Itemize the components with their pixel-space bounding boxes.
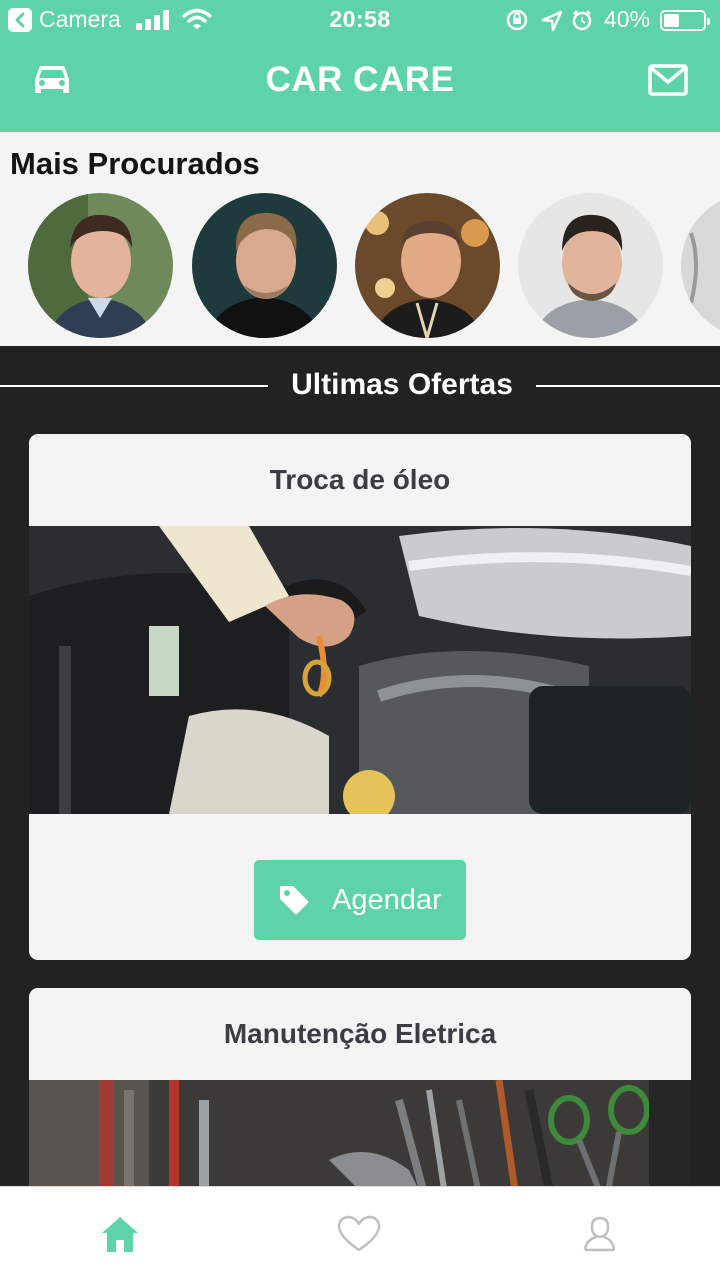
avatar-1[interactable] xyxy=(28,193,173,338)
offer-image-oil-change xyxy=(29,526,691,814)
location-icon xyxy=(541,10,563,32)
offer-title: Troca de óleo xyxy=(269,464,451,495)
tab-home[interactable] xyxy=(0,1187,240,1280)
divider-line-right xyxy=(536,385,720,387)
most-searched-section: Mais Procurados xyxy=(0,132,720,346)
top-bar: Camera 20:58 40% CAR CARE xyxy=(0,0,720,132)
alarm-icon xyxy=(572,10,592,31)
app-title: CAR CARE xyxy=(265,60,455,99)
schedule-button[interactable]: Agendar xyxy=(254,860,466,940)
avatar-3[interactable] xyxy=(355,193,500,338)
latest-offers-divider: Ultimas Ofertas xyxy=(0,360,720,412)
avatar-5[interactable] xyxy=(681,193,720,338)
battery-icon xyxy=(660,10,710,31)
tab-bar xyxy=(0,1186,720,1280)
status-bar: Camera 20:58 40% xyxy=(0,0,720,40)
status-icons xyxy=(506,9,592,32)
user-icon xyxy=(583,1216,616,1252)
offer-title: Manutenção Eletrica xyxy=(223,1018,497,1049)
avatar-4[interactable] xyxy=(518,193,663,338)
battery-percent: 40% xyxy=(604,6,651,32)
mail-icon[interactable] xyxy=(648,64,688,96)
avatar-2[interactable] xyxy=(192,193,337,338)
tab-profile[interactable] xyxy=(480,1187,720,1280)
rotation-lock-icon xyxy=(506,9,528,31)
heart-icon xyxy=(337,1215,381,1252)
schedule-button-label: Agendar xyxy=(332,884,442,916)
offer-card[interactable]: Troca de óleo Agendar xyxy=(29,434,691,960)
home-icon xyxy=(102,1217,138,1252)
tab-favorites[interactable] xyxy=(240,1187,480,1280)
tag-icon xyxy=(280,886,309,915)
most-searched-heading: Mais Procurados xyxy=(10,146,260,181)
